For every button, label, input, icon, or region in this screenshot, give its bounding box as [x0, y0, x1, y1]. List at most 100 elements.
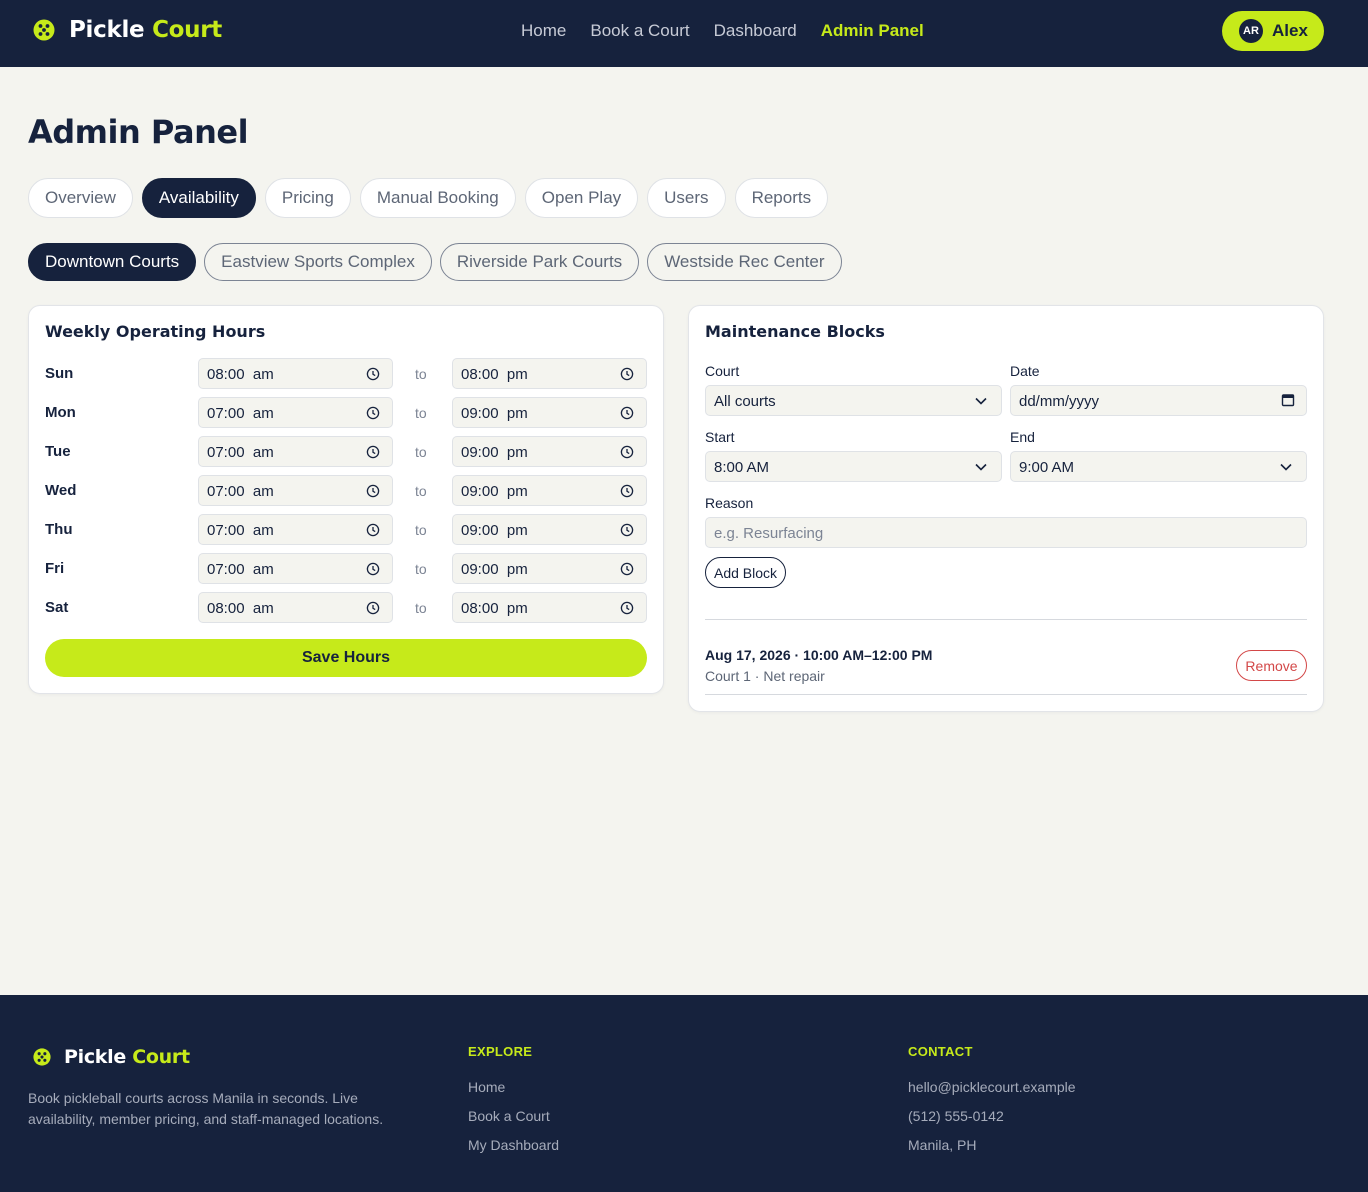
- footer-link-book-a-court[interactable]: Book a Court: [468, 1108, 550, 1124]
- pickleball-icon: [33, 19, 55, 41]
- close-time-input[interactable]: 09:00 pm: [452, 514, 647, 545]
- close-time-input[interactable]: 09:00 pm: [452, 475, 647, 506]
- open-time-input[interactable]: 07:00 am: [198, 436, 393, 467]
- to-separator: to: [415, 600, 427, 616]
- open-time-input[interactable]: 07:00 am: [198, 397, 393, 428]
- clock-icon: [620, 367, 634, 381]
- tab-users[interactable]: Users: [647, 178, 726, 218]
- chevron-down-icon: [975, 463, 987, 471]
- day-label: Sat: [45, 599, 69, 616]
- footer-description: Book pickleball courts across Manila in …: [28, 1090, 384, 1127]
- weekly-hours-card: Weekly Operating Hours Sun 08:00 am to 08:0…: [28, 305, 664, 694]
- chevron-down-icon: [975, 397, 987, 405]
- location-downtown-courts[interactable]: Downtown Courts: [28, 243, 197, 281]
- location-riverside-park-courts[interactable]: Riverside Park Courts: [439, 243, 640, 281]
- nav-links: Home Book a Court Dashboard Admin Panel: [521, 21, 924, 41]
- start-time-select[interactable]: 8:00 AM: [705, 451, 1002, 482]
- hours-row-fri: Fri 07:00 am to 09:00 pm: [45, 553, 647, 584]
- clock-icon: [366, 523, 380, 537]
- open-time-input[interactable]: 08:00 am: [198, 592, 393, 623]
- footer-contact-email[interactable]: hello@picklecourt.example: [908, 1079, 1076, 1095]
- calendar-icon[interactable]: [1281, 393, 1295, 407]
- open-time-input[interactable]: 07:00 am: [198, 475, 393, 506]
- open-time-value: 07:00 am: [207, 444, 274, 461]
- clock-icon: [620, 562, 634, 576]
- block-datetime: Aug 17, 2026 · 10:00 AM–12:00 PM: [705, 647, 933, 663]
- nav-link-home[interactable]: Home: [521, 21, 566, 41]
- start-label: Start: [705, 429, 735, 445]
- open-time-input[interactable]: 07:00 am: [198, 553, 393, 584]
- pickleball-icon: [33, 1048, 51, 1066]
- location-westside-rec-center[interactable]: Westside Rec Center: [647, 243, 842, 281]
- close-time-value: 09:00 pm: [461, 522, 528, 539]
- footer-brand-name: Pickle Court: [64, 1046, 190, 1068]
- open-time-value: 08:00 am: [207, 366, 274, 383]
- day-label: Thu: [45, 521, 73, 538]
- save-hours-button[interactable]: Save Hours: [45, 639, 647, 677]
- date-input-value: dd/mm/yyyy: [1019, 393, 1100, 410]
- court-select[interactable]: All courts: [705, 385, 1002, 416]
- date-input[interactable]: dd/mm/yyyy: [1010, 385, 1307, 416]
- to-separator: to: [415, 366, 427, 382]
- tab-manual-booking[interactable]: Manual Booking: [359, 178, 516, 218]
- nav-link-admin-panel[interactable]: Admin Panel: [821, 21, 924, 41]
- hours-row-thu: Thu 07:00 am to 09:00 pm: [45, 514, 647, 545]
- nav-link-dashboard[interactable]: Dashboard: [714, 21, 797, 41]
- user-menu-button[interactable]: AR Alex: [1222, 11, 1324, 51]
- close-time-input[interactable]: 08:00 pm: [452, 358, 647, 389]
- close-time-input[interactable]: 09:00 pm: [452, 553, 647, 584]
- close-time-value: 09:00 pm: [461, 444, 528, 461]
- weekly-hours-title: Weekly Operating Hours: [45, 322, 266, 341]
- clock-icon: [620, 445, 634, 459]
- close-time-value: 09:00 pm: [461, 483, 528, 500]
- brand-name: Pickle Court: [69, 17, 222, 43]
- court-select-value: All courts: [714, 393, 776, 410]
- chevron-down-icon: [1280, 463, 1292, 471]
- hours-row-mon: Mon 07:00 am to 09:00 pm: [45, 397, 647, 428]
- tab-availability[interactable]: Availability: [141, 178, 256, 218]
- end-time-select[interactable]: 9:00 AM: [1010, 451, 1307, 482]
- nav-link-book-a-court[interactable]: Book a Court: [590, 21, 689, 41]
- reason-input[interactable]: e.g. Resurfacing: [705, 517, 1307, 548]
- footer-brand: Pickle Court: [33, 1046, 190, 1068]
- tab-pricing[interactable]: Pricing: [264, 178, 351, 218]
- location-eastview-sports-complex[interactable]: Eastview Sports Complex: [204, 243, 432, 281]
- close-time-input[interactable]: 09:00 pm: [452, 397, 647, 428]
- open-time-input[interactable]: 08:00 am: [198, 358, 393, 389]
- to-separator: to: [415, 444, 427, 460]
- to-separator: to: [415, 483, 427, 499]
- tab-reports[interactable]: Reports: [734, 178, 829, 218]
- close-time-value: 09:00 pm: [461, 405, 528, 422]
- reason-label: Reason: [705, 495, 754, 511]
- divider: [705, 619, 1307, 620]
- day-label: Wed: [45, 482, 77, 499]
- reason-placeholder: e.g. Resurfacing: [714, 525, 824, 542]
- tab-overview[interactable]: Overview: [28, 178, 133, 218]
- open-time-input[interactable]: 07:00 am: [198, 514, 393, 545]
- tab-open-play[interactable]: Open Play: [524, 178, 639, 218]
- footer-link-home[interactable]: Home: [468, 1079, 505, 1095]
- clock-icon: [366, 406, 380, 420]
- day-label: Fri: [45, 560, 65, 577]
- clock-icon: [366, 562, 380, 576]
- brand-logo[interactable]: Pickle Court: [33, 17, 222, 43]
- footer-link-my-dashboard[interactable]: My Dashboard: [468, 1137, 559, 1153]
- close-time-input[interactable]: 09:00 pm: [452, 436, 647, 467]
- close-time-input[interactable]: 08:00 pm: [452, 592, 647, 623]
- clock-icon: [620, 484, 634, 498]
- day-label: Mon: [45, 404, 76, 421]
- user-name: Alex: [1272, 21, 1308, 40]
- admin-tabs: Overview Availability Pricing Manual Boo…: [28, 178, 829, 218]
- clock-icon: [366, 484, 380, 498]
- clock-icon: [366, 601, 380, 615]
- day-label: Tue: [45, 443, 71, 460]
- footer-contact-location: Manila, PH: [908, 1137, 977, 1153]
- footer-contact-phone: (512) 555-0142: [908, 1108, 1004, 1124]
- location-tabs: Downtown Courts Eastview Sports Complex …: [28, 243, 842, 281]
- remove-block-button[interactable]: Remove: [1236, 650, 1307, 681]
- hours-row-sat: Sat 08:00 am to 08:00 pm: [45, 592, 647, 623]
- open-time-value: 07:00 am: [207, 522, 274, 539]
- add-block-button[interactable]: Add Block: [705, 557, 787, 588]
- hours-row-wed: Wed 07:00 am to 09:00 pm: [45, 475, 647, 506]
- footer-contact-heading: CONTACT: [908, 1044, 973, 1059]
